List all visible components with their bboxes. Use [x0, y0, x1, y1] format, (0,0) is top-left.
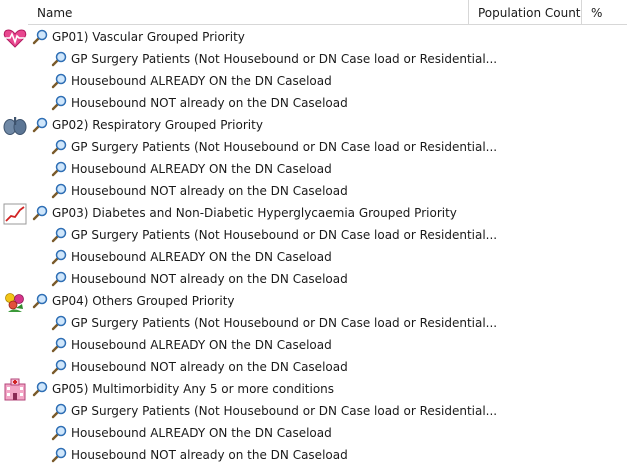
- magnifier-icon: [51, 249, 67, 265]
- report-tree: GP01) Vascular Grouped Priority GP Surge…: [0, 26, 627, 466]
- child-label: Housebound ALREADY ON the DN Caseload: [71, 250, 332, 264]
- tree-child-row[interactable]: GP Surgery Patients (Not Housebound or D…: [0, 136, 627, 158]
- group-label: GP04) Others Grouped Priority: [52, 294, 235, 308]
- magnifier-icon: [51, 139, 67, 155]
- tree-group-row[interactable]: GP01) Vascular Grouped Priority: [0, 26, 627, 48]
- magnifier-icon: [51, 425, 67, 441]
- magnifier-icon: [51, 403, 67, 419]
- magnifier-icon: [32, 117, 48, 133]
- magnifier-icon: [51, 51, 67, 67]
- tree-child-row[interactable]: Housebound ALREADY ON the DN Caseload: [0, 246, 627, 268]
- tree-child-row[interactable]: Housebound ALREADY ON the DN Caseload: [0, 70, 627, 92]
- tree-child-row[interactable]: GP Surgery Patients (Not Housebound or D…: [0, 48, 627, 70]
- child-label: GP Surgery Patients (Not Housebound or D…: [71, 52, 498, 66]
- child-label: Housebound NOT already on the DN Caseloa…: [71, 184, 348, 198]
- child-label: GP Surgery Patients (Not Housebound or D…: [71, 316, 498, 330]
- column-header-name[interactable]: Name: [28, 0, 468, 25]
- magnifier-icon: [51, 183, 67, 199]
- child-label: Housebound NOT already on the DN Caseloa…: [71, 448, 348, 462]
- group-label: GP03) Diabetes and Non-Diabetic Hypergly…: [52, 206, 457, 220]
- child-label: GP Surgery Patients (Not Housebound or D…: [71, 140, 498, 154]
- child-label: Housebound ALREADY ON the DN Caseload: [71, 162, 332, 176]
- magnifier-icon: [51, 95, 67, 111]
- magnifier-icon: [32, 381, 48, 397]
- child-label: GP Surgery Patients (Not Housebound or D…: [71, 228, 498, 242]
- hospital-icon: [4, 378, 26, 401]
- flowers-icon: [5, 293, 24, 312]
- tree-child-row[interactable]: GP Surgery Patients (Not Housebound or D…: [0, 312, 627, 334]
- group-label: GP02) Respiratory Grouped Priority: [52, 118, 263, 132]
- child-label: GP Surgery Patients (Not Housebound or D…: [71, 404, 498, 418]
- tree-child-row[interactable]: Housebound NOT already on the DN Caseloa…: [0, 268, 627, 290]
- tree-child-row[interactable]: GP Surgery Patients (Not Housebound or D…: [0, 224, 627, 246]
- group-label: GP01) Vascular Grouped Priority: [52, 30, 245, 44]
- magnifier-icon: [32, 293, 48, 309]
- tree-child-row[interactable]: Housebound NOT already on the DN Caseloa…: [0, 92, 627, 114]
- magnifier-icon: [32, 29, 48, 45]
- column-header-population-count[interactable]: Population Count: [468, 0, 581, 25]
- magnifier-icon: [51, 447, 67, 463]
- tree-child-row[interactable]: Housebound ALREADY ON the DN Caseload: [0, 158, 627, 180]
- child-label: Housebound NOT already on the DN Caseloa…: [71, 272, 348, 286]
- magnifier-icon: [51, 315, 67, 331]
- child-label: Housebound NOT already on the DN Caseloa…: [71, 96, 348, 110]
- magnifier-icon: [51, 73, 67, 89]
- magnifier-icon: [51, 227, 67, 243]
- magnifier-icon: [51, 337, 67, 353]
- magnifier-icon: [32, 205, 48, 221]
- tree-group-row[interactable]: GP02) Respiratory Grouped Priority: [0, 114, 627, 136]
- tree-child-row[interactable]: Housebound ALREADY ON the DN Caseload: [0, 422, 627, 444]
- tree-child-row[interactable]: Housebound NOT already on the DN Caseloa…: [0, 356, 627, 378]
- magnifier-icon: [51, 359, 67, 375]
- tree-group-row[interactable]: GP03) Diabetes and Non-Diabetic Hypergly…: [0, 202, 627, 225]
- tree-child-row[interactable]: Housebound NOT already on the DN Caseloa…: [0, 180, 627, 202]
- tree-child-row[interactable]: Housebound NOT already on the DN Caseloa…: [0, 444, 627, 466]
- magnifier-icon: [51, 271, 67, 287]
- heart-rate-icon: [3, 29, 27, 48]
- tree-group-row[interactable]: GP05) Multimorbidity Any 5 or more condi…: [0, 378, 627, 401]
- group-label: GP05) Multimorbidity Any 5 or more condi…: [52, 382, 335, 396]
- chart-line-icon: [3, 203, 27, 225]
- child-label: Housebound NOT already on the DN Caseloa…: [71, 360, 348, 374]
- column-header-bar: Name Population Count %: [0, 0, 627, 26]
- tree-group-row[interactable]: GP04) Others Grouped Priority: [0, 290, 627, 312]
- magnifier-icon: [51, 161, 67, 177]
- child-label: Housebound ALREADY ON the DN Caseload: [71, 426, 332, 440]
- lungs-icon: [3, 117, 27, 135]
- column-header-percent[interactable]: %: [581, 0, 627, 25]
- tree-child-row[interactable]: Housebound ALREADY ON the DN Caseload: [0, 334, 627, 356]
- child-label: Housebound ALREADY ON the DN Caseload: [71, 74, 332, 88]
- child-label: Housebound ALREADY ON the DN Caseload: [71, 338, 332, 352]
- tree-child-row[interactable]: GP Surgery Patients (Not Housebound or D…: [0, 400, 627, 422]
